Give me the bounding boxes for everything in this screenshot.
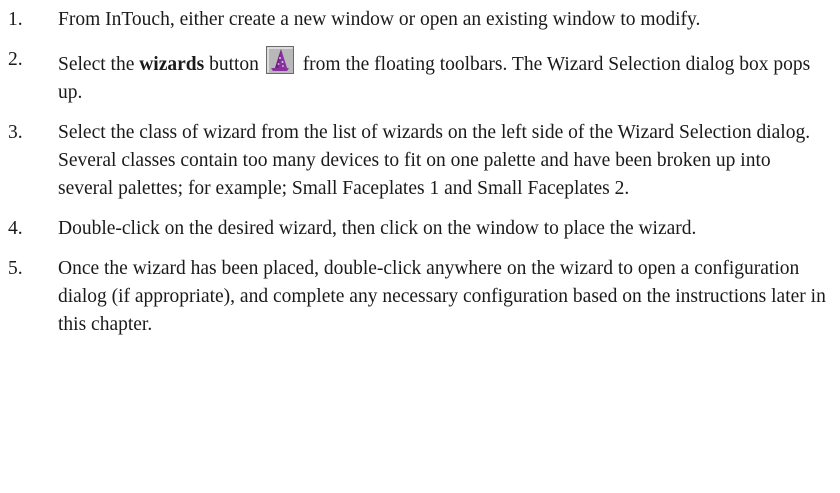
step-3: 3. Select the class of wizard from the l… — [0, 119, 840, 203]
step-2: 2. Select the wizards button from the fl… — [0, 46, 840, 107]
step-text: Double-click on the desired wizard, then… — [58, 218, 697, 239]
wizard-hat-icon[interactable] — [265, 46, 294, 74]
step-text: From InTouch, either create a new window… — [58, 9, 701, 30]
step-4: 4. Double-click on the desired wizard, t… — [0, 215, 840, 243]
instruction-steps: 1. From InTouch, either create a new win… — [0, 6, 840, 351]
step-number: 3. — [8, 122, 23, 143]
step-number: 1. — [8, 9, 23, 30]
step-text-before: Select the — [58, 54, 140, 75]
step-number: 4. — [8, 218, 23, 239]
step-text: Select the wizards button from the float… — [58, 46, 826, 107]
step-text-middle: button — [204, 54, 264, 75]
wizards-keyword: wizards — [139, 54, 205, 75]
step-text: Select the class of wizard from the list… — [58, 122, 811, 199]
step-5: 5. Once the wizard has been placed, doub… — [0, 255, 840, 339]
step-1: 1. From InTouch, either create a new win… — [0, 6, 840, 34]
step-number: 2. — [8, 49, 23, 70]
step-text: Once the wizard has been placed, double-… — [58, 258, 826, 335]
step-number: 5. — [8, 258, 23, 279]
